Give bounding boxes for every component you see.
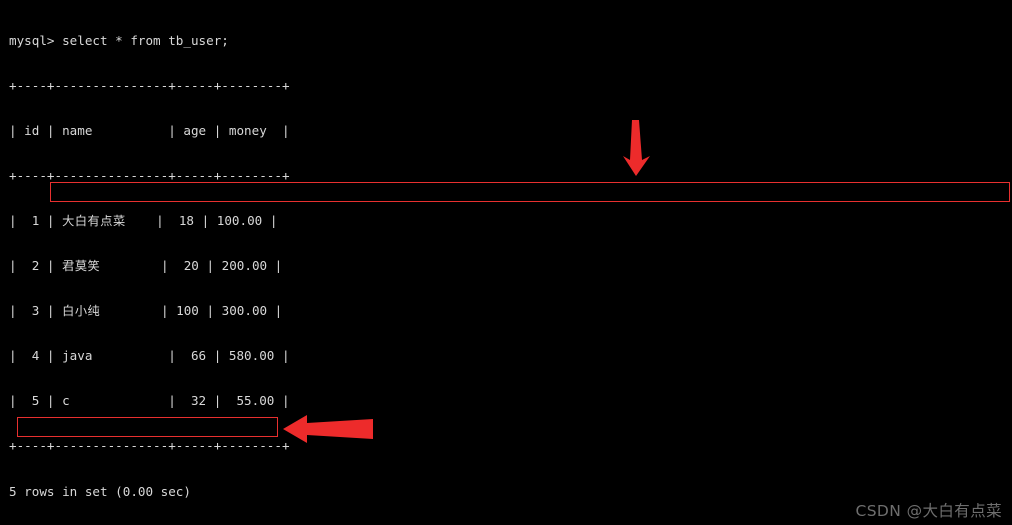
terminal-line: +----+---------------+-----+--------+	[9, 78, 290, 94]
terminal-line: +----+---------------+-----+--------+	[9, 438, 290, 454]
terminal-line: | 3 | 白小纯 | 100 | 300.00 |	[9, 303, 283, 319]
terminal-line: 5 rows in set (0.00 sec)	[9, 483, 191, 499]
csdn-watermark: CSDN @大白有点菜	[855, 501, 1002, 520]
terminal-output: mysql> select * from tb_user; +----+----…	[9, 3, 1012, 525]
terminal-line: | 1 | 大白有点菜 | 18 | 100.00 |	[9, 213, 278, 229]
terminal-line: | 5 | c | 32 | 55.00 |	[9, 393, 290, 409]
terminal-window[interactable]: mysql> select * from tb_user; +----+----…	[0, 0, 1012, 525]
terminal-line: +----+---------------+-----+--------+	[9, 168, 290, 184]
terminal-line: | 2 | 君莫笑 | 20 | 200.00 |	[9, 258, 283, 274]
terminal-line: mysql> select * from tb_user;	[9, 33, 229, 49]
terminal-line: | id | name | age | money |	[9, 123, 290, 139]
terminal-line: | 4 | java | 66 | 580.00 |	[9, 348, 290, 364]
